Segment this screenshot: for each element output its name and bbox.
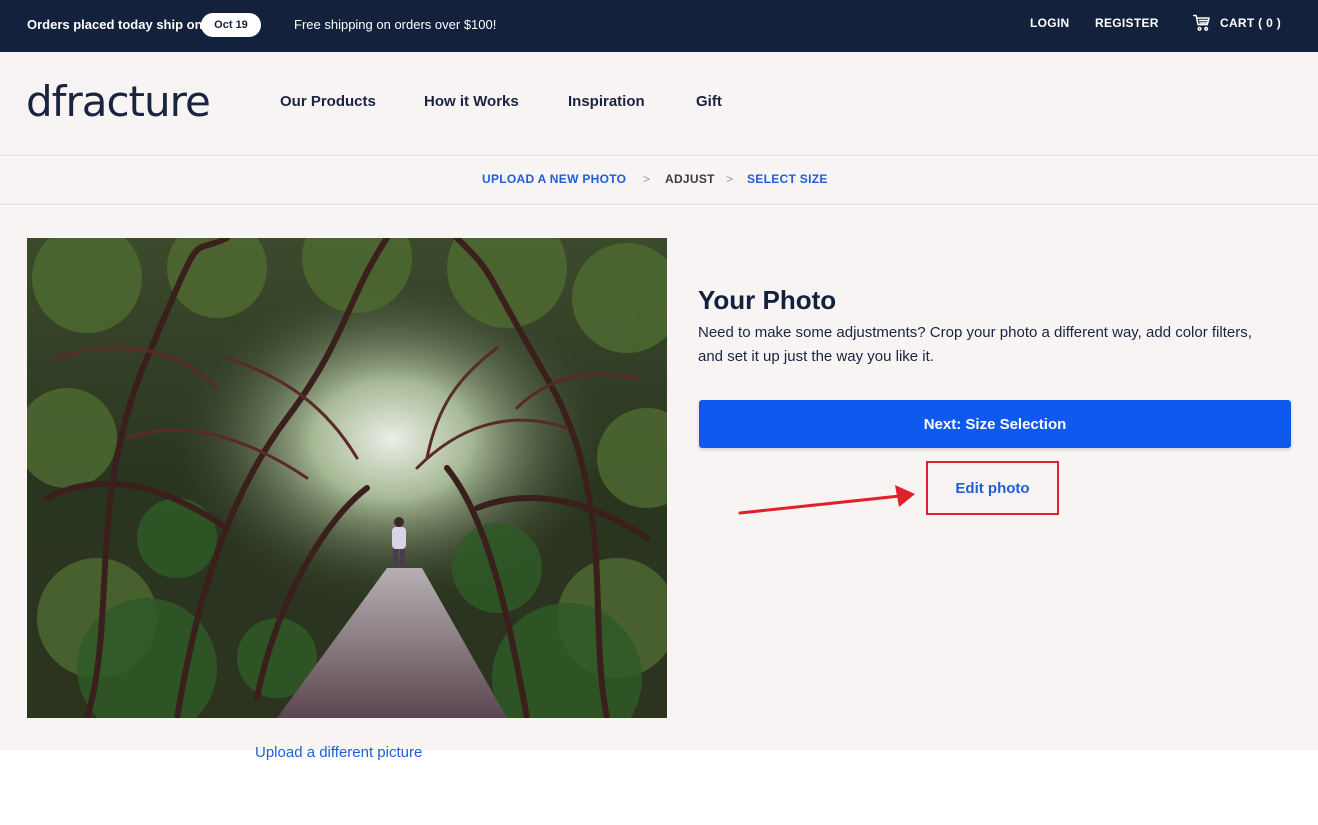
annotation-arrow-icon — [738, 485, 915, 515]
edit-photo-link[interactable]: Edit photo — [955, 480, 1029, 497]
login-link[interactable]: LOGIN — [1030, 16, 1070, 30]
edit-photo-highlight: Edit photo — [926, 461, 1059, 515]
register-link[interactable]: REGISTER — [1095, 16, 1159, 30]
breadcrumb-select-size[interactable]: SELECT SIZE — [747, 172, 828, 186]
next-size-selection-button[interactable]: Next: Size Selection — [699, 400, 1291, 448]
page-title: Your Photo — [698, 285, 837, 315]
cart-icon — [1192, 14, 1210, 31]
page-description: Need to make some adjustments? Crop your… — [698, 324, 1252, 365]
ship-text: Orders placed today ship on — [27, 17, 203, 32]
logo[interactable]: dfracture — [26, 81, 211, 123]
nav-how-it-works[interactable]: How it Works — [424, 93, 519, 110]
ship-date-badge: Oct 19 — [201, 13, 261, 37]
breadcrumb-adjust: ADJUST — [665, 172, 715, 186]
breadcrumb-upload[interactable]: UPLOAD A NEW PHOTO — [482, 172, 626, 186]
breadcrumb-separator: > — [726, 172, 734, 186]
breadcrumb: UPLOAD A NEW PHOTO > ADJUST > SELECT SIZ… — [0, 157, 1318, 205]
cart-link[interactable]: CART ( 0 ) — [1192, 13, 1281, 33]
top-bar: Orders placed today ship on Oct 19 Free … — [0, 0, 1318, 52]
breadcrumb-separator: > — [643, 172, 651, 186]
nav-our-products[interactable]: Our Products — [280, 93, 376, 110]
nav-inspiration[interactable]: Inspiration — [568, 93, 645, 110]
cart-label: CART ( 0 ) — [1220, 16, 1281, 30]
nav-gift[interactable]: Gift — [696, 93, 722, 110]
free-shipping-text: Free shipping on orders over $100! — [294, 17, 497, 32]
site-header: dfracture Our Products How it Works Insp… — [0, 52, 1318, 156]
uploaded-photo — [27, 238, 667, 718]
main-panel: Your Photo Need to make some adjustments… — [0, 206, 1318, 750]
upload-different-picture-link[interactable]: Upload a different picture — [255, 744, 422, 761]
